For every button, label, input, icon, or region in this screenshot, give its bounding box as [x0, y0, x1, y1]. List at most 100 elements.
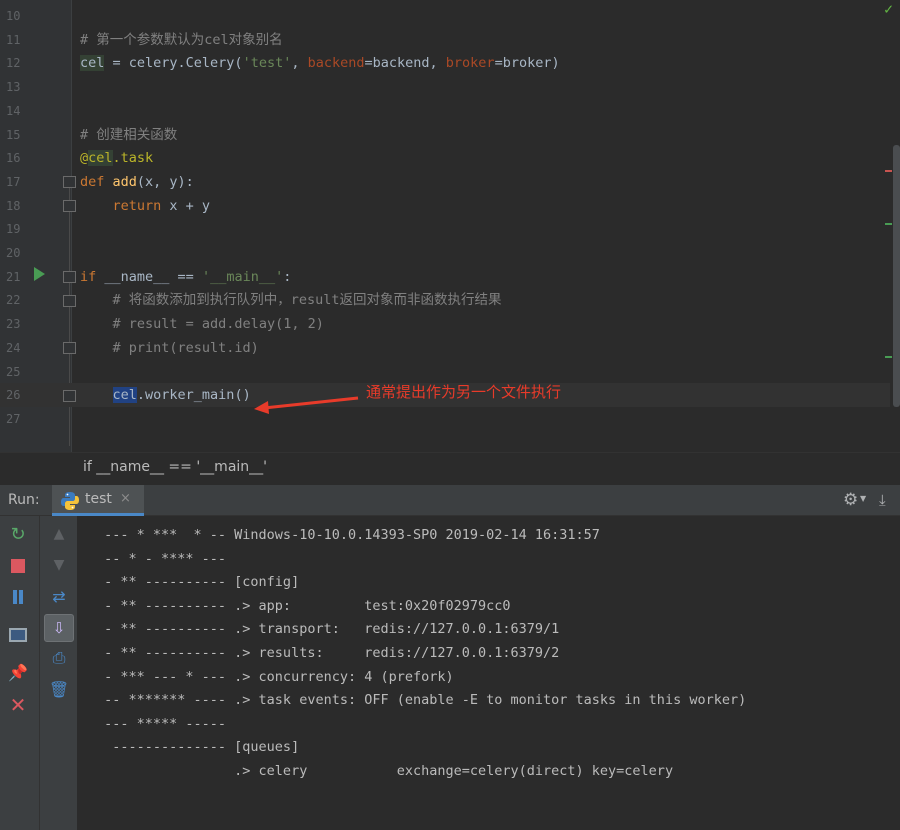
code-token: __name__ ==: [96, 268, 202, 285]
code-text[interactable]: cel = celery.Celery('test', backend=back…: [80, 51, 560, 75]
code-token: =backend,: [364, 55, 446, 72]
code-token: 'test': [242, 55, 292, 72]
down-arrow-icon[interactable]: ▼: [47, 554, 71, 576]
code-token: .worker_main(): [136, 387, 251, 404]
pause-icon[interactable]: [6, 586, 30, 608]
code-text[interactable]: @cel.task: [80, 146, 153, 170]
code-line-10[interactable]: 10: [0, 4, 890, 28]
line-number: 27: [6, 411, 21, 426]
code-line-11[interactable]: 11 # 第一个参数默认为cel对象别名: [0, 28, 890, 52]
code-token: if: [80, 268, 97, 285]
code-line-25[interactable]: 25: [0, 360, 890, 384]
code-token: (x, y):: [136, 173, 194, 190]
rerun-icon[interactable]: ↻: [6, 524, 30, 546]
up-arrow-icon[interactable]: ▲: [47, 523, 71, 545]
code-token: cel: [88, 150, 113, 167]
run-gutter-icon[interactable]: [34, 267, 45, 281]
fold-marker-icon[interactable]: [63, 390, 76, 402]
console-line: --- ***** -----: [96, 715, 227, 732]
code-text[interactable]: cel.worker_main(): [80, 383, 251, 407]
code-line-20[interactable]: 20: [0, 241, 890, 265]
print-icon[interactable]: ⎙: [47, 647, 71, 669]
inspection-ok-icon[interactable]: ✓: [884, 0, 900, 18]
code-token: '__main__': [201, 268, 284, 285]
console-line: - ** ---------- [config]: [96, 574, 300, 591]
vertical-scrollbar[interactable]: [893, 145, 900, 407]
run-tab-test[interactable]: test ×: [52, 485, 144, 516]
line-number: 21: [6, 269, 21, 284]
breadcrumb-item[interactable]: if __name__ == '__main__': [83, 459, 267, 475]
code-token: # 创建相关函数: [80, 126, 178, 143]
fold-marker-icon[interactable]: [63, 342, 76, 354]
error-stripe-mark[interactable]: [885, 170, 892, 172]
code-text[interactable]: # result = add.delay(1, 2): [80, 312, 324, 336]
console-output[interactable]: --- * *** * -- Windows-10-10.0.14393-SP0…: [78, 516, 900, 830]
code-text[interactable]: def add(x, y):: [80, 170, 194, 194]
console-line: -------------- [queues]: [96, 739, 300, 756]
hide-panel-icon[interactable]: ⤓: [879, 491, 886, 509]
code-line-17[interactable]: 17 def add(x, y):: [0, 170, 890, 194]
console-line: - *** --- * --- .> concurrency: 4 (prefo…: [96, 668, 454, 685]
chevron-down-icon[interactable]: ▼: [860, 494, 866, 503]
gear-icon[interactable]: ⚙: [843, 490, 858, 510]
run-tab-label: test: [85, 491, 112, 507]
code-token: = celery.Celery(: [104, 55, 243, 72]
line-number: 25: [6, 364, 21, 379]
breadcrumb[interactable]: if __name__ == '__main__': [0, 452, 900, 484]
code-line-16[interactable]: 16 @cel.task: [0, 146, 890, 170]
fold-marker-icon[interactable]: [63, 295, 76, 307]
code-token: @: [80, 150, 89, 167]
code-token: def: [80, 173, 113, 190]
console-line: - ** ---------- .> app: test:0x20f02979c…: [96, 597, 511, 614]
close-icon[interactable]: ✕: [6, 694, 30, 716]
code-text[interactable]: # 将函数添加到执行队列中，result返回对象而非函数执行结果: [80, 288, 502, 312]
fold-marker-icon[interactable]: [63, 271, 76, 283]
code-line-27[interactable]: 27: [0, 407, 890, 431]
code-text[interactable]: # 创建相关函数: [80, 123, 177, 147]
code-line-18[interactable]: 18 return x + y: [0, 194, 890, 218]
line-number: 17: [6, 174, 21, 189]
code-token: :: [283, 268, 292, 285]
stop-icon[interactable]: [6, 555, 30, 577]
code-line-24[interactable]: 24 # print(result.id): [0, 336, 890, 360]
code-token: .task: [112, 150, 154, 167]
code-text[interactable]: # 第一个参数默认为cel对象别名: [80, 28, 283, 52]
code-line-21[interactable]: 21 if __name__ == '__main__':: [0, 265, 890, 289]
code-text[interactable]: if __name__ == '__main__':: [80, 265, 291, 289]
trash-icon[interactable]: 🗑: [47, 679, 71, 701]
code-line-19[interactable]: 19: [0, 217, 890, 241]
code-token: =broker): [494, 55, 560, 72]
console-toolbar: ▲ ▼ ⇄ ⇩ ⎙ 🗑: [40, 516, 78, 830]
code-line-22[interactable]: 22 # 将函数添加到执行队列中，result返回对象而非函数执行结果: [0, 288, 890, 312]
change-stripe-mark[interactable]: [885, 356, 892, 358]
code-token: add: [112, 173, 137, 190]
code-token: # 第一个参数默认为cel对象别名: [80, 31, 283, 48]
close-tab-icon[interactable]: ×: [120, 491, 131, 506]
dump-threads-icon[interactable]: [6, 624, 30, 646]
console-line: .> celery exchange=celery(direct) key=ce…: [96, 763, 674, 779]
code-line-15[interactable]: 15 # 创建相关函数: [0, 123, 890, 147]
code-token: # 将函数添加到执行队列中，result返回对象而非函数执行结果: [112, 292, 502, 309]
code-line-14[interactable]: 14: [0, 99, 890, 123]
code-line-23[interactable]: 23 # result = add.delay(1, 2): [0, 312, 890, 336]
change-stripe-mark[interactable]: [885, 223, 892, 225]
annotation-text: 通常提出作为另一个文件执行: [366, 383, 562, 401]
fold-marker-icon[interactable]: [63, 176, 76, 188]
code-text[interactable]: # print(result.id): [80, 336, 259, 360]
code-line-12[interactable]: 12 cel = celery.Celery('test', backend=ba…: [0, 51, 890, 75]
code-text[interactable]: return x + y: [80, 194, 211, 218]
code-token: broker: [445, 55, 495, 72]
line-number: 19: [6, 222, 21, 237]
code-editor[interactable]: 10 11 # 第一个参数默认为cel对象别名 12 cel = celery.Cele…: [0, 0, 900, 452]
soft-wrap-icon[interactable]: ⇄: [47, 586, 71, 608]
scroll-to-end-icon[interactable]: ⇩: [44, 614, 74, 642]
code-token: cel: [80, 55, 105, 72]
code-line-13[interactable]: 13: [0, 75, 890, 99]
line-number: 14: [6, 103, 21, 118]
pin-tab-icon[interactable]: 📌: [6, 662, 30, 684]
line-number: 11: [6, 32, 21, 47]
fold-marker-icon[interactable]: [63, 200, 76, 212]
